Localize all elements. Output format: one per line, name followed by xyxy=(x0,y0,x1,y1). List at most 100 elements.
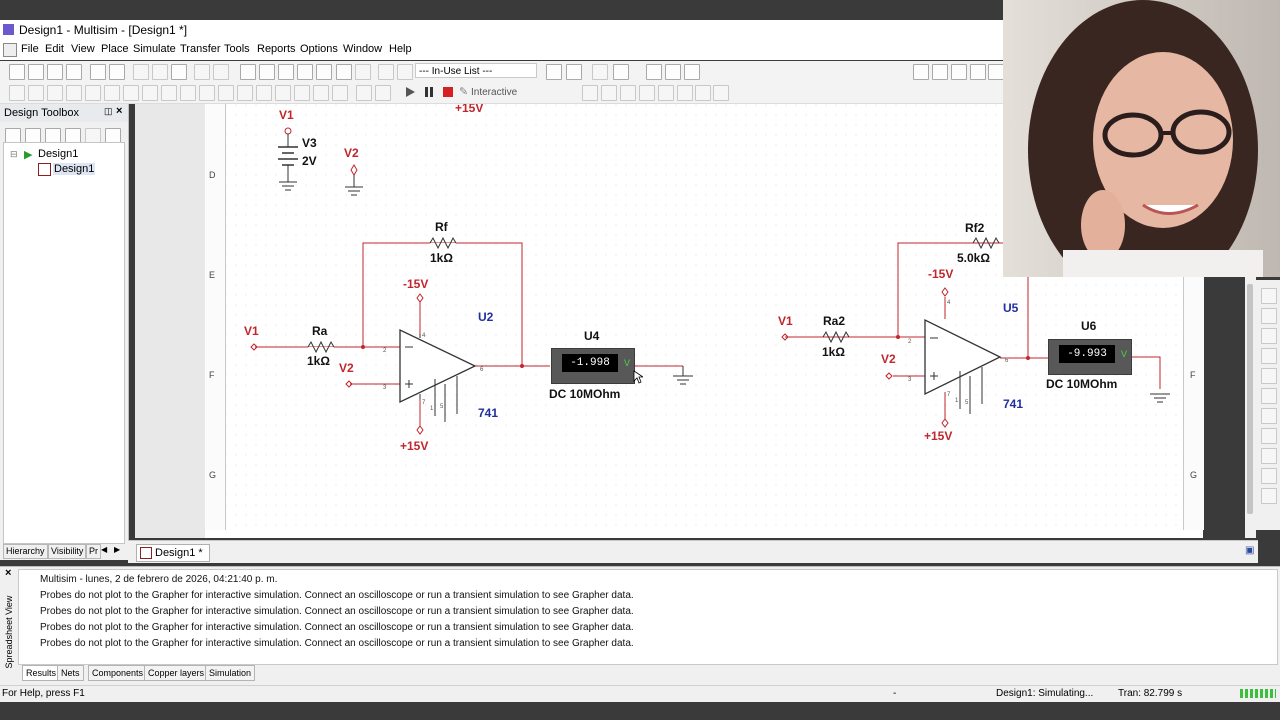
cut-icon[interactable] xyxy=(133,64,149,80)
frequency-counter-icon[interactable] xyxy=(1261,408,1277,424)
rf-icon[interactable] xyxy=(275,85,291,101)
view-toggle-icon[interactable]: ▣ xyxy=(1245,545,1254,556)
mcu-icon[interactable] xyxy=(142,85,158,101)
probe-power-icon[interactable] xyxy=(620,85,636,101)
tab-scroll-left-icon[interactable]: ◀ xyxy=(101,545,107,554)
menu-file[interactable]: File xyxy=(21,43,39,55)
zoom-sheet-icon[interactable] xyxy=(970,64,986,80)
connector-icon[interactable] xyxy=(332,85,348,101)
multimeter-u6[interactable]: -9.993 V xyxy=(1048,339,1132,375)
menu-view[interactable]: View xyxy=(71,43,95,55)
probe-voltage-icon[interactable] xyxy=(582,85,598,101)
function-generator-icon[interactable] xyxy=(1261,308,1277,324)
close-icon[interactable]: × xyxy=(116,105,122,117)
wattmeter-icon[interactable] xyxy=(1261,328,1277,344)
redo-icon[interactable] xyxy=(213,64,229,80)
menu-reports[interactable]: Reports xyxy=(257,43,296,55)
multimeter-u4[interactable]: -1.998 V xyxy=(551,348,635,384)
zoom-in-icon[interactable] xyxy=(913,64,929,80)
probe-gear-icon[interactable] xyxy=(713,85,729,101)
power-icon[interactable] xyxy=(218,85,234,101)
ttl-icon[interactable] xyxy=(104,85,120,101)
back-annotate-icon[interactable] xyxy=(378,64,394,80)
source-icon[interactable] xyxy=(9,85,25,101)
forward-icon[interactable] xyxy=(613,64,629,80)
tab-scroll-right-icon[interactable]: ▶ xyxy=(114,545,120,554)
menu-window[interactable]: Window xyxy=(343,43,382,55)
scroll-thumb[interactable] xyxy=(1247,284,1253,514)
open-icon[interactable] xyxy=(28,64,44,80)
diode-icon[interactable] xyxy=(47,85,63,101)
tab-properties[interactable]: Pr xyxy=(86,544,101,559)
tab-design1[interactable]: Design1 * xyxy=(136,544,210,562)
zoom-out-icon[interactable] xyxy=(932,64,948,80)
community-icon[interactable] xyxy=(665,64,681,80)
probe-current-icon[interactable] xyxy=(601,85,617,101)
spreadsheet-close-icon[interactable]: × xyxy=(5,567,11,579)
print-icon[interactable] xyxy=(90,64,106,80)
cmos-icon[interactable] xyxy=(123,85,139,101)
zoom-area-icon[interactable] xyxy=(951,64,967,80)
transistor-icon[interactable] xyxy=(66,85,82,101)
doc-menu-icon[interactable] xyxy=(3,43,17,57)
tab-results[interactable]: Results xyxy=(22,665,61,681)
menu-simulate[interactable]: Simulate xyxy=(133,43,176,55)
zoom-icon[interactable] xyxy=(278,64,294,80)
indicator-icon[interactable] xyxy=(199,85,215,101)
probe-ref-icon[interactable] xyxy=(658,85,674,101)
tab-components[interactable]: Components xyxy=(88,665,148,681)
run-icon[interactable] xyxy=(403,85,417,99)
interactive-label[interactable]: ✎ Interactive xyxy=(459,85,517,98)
multimeter-tool-icon[interactable] xyxy=(1261,288,1277,304)
word-generator-icon[interactable] xyxy=(1261,428,1277,444)
tab-hierarchy[interactable]: Hierarchy xyxy=(3,544,48,559)
zoom-fit-icon[interactable] xyxy=(988,64,1004,80)
analog-icon[interactable] xyxy=(85,85,101,101)
probe-diff-icon[interactable] xyxy=(639,85,655,101)
menu-place[interactable]: Place xyxy=(101,43,129,55)
four-channel-scope-icon[interactable] xyxy=(1261,368,1277,384)
new-icon[interactable] xyxy=(9,64,25,80)
mixed-icon[interactable] xyxy=(180,85,196,101)
in-use-list-select[interactable]: --- In-Use List --- xyxy=(415,63,537,78)
tab-copper-layers[interactable]: Copper layers xyxy=(144,665,209,681)
probe-settings-icon[interactable] xyxy=(695,85,711,101)
erc-icon[interactable] xyxy=(546,64,562,80)
pause-icon[interactable] xyxy=(422,85,436,99)
tree-root[interactable]: Design1 xyxy=(38,148,78,160)
hierarchical-block-icon[interactable] xyxy=(356,85,372,101)
copy-icon[interactable] xyxy=(152,64,168,80)
probe-digital-icon[interactable] xyxy=(677,85,693,101)
stop-icon[interactable] xyxy=(441,85,455,99)
oscilloscope-icon[interactable] xyxy=(1261,348,1277,364)
tree-child[interactable]: Design1 xyxy=(53,163,96,175)
transfer-icon[interactable] xyxy=(566,64,582,80)
bode-plotter-icon[interactable] xyxy=(1261,388,1277,404)
database-icon[interactable] xyxy=(336,64,352,80)
find-icon[interactable] xyxy=(646,64,662,80)
tab-nets[interactable]: Nets xyxy=(57,665,84,681)
collapse-icon[interactable]: ⊟ xyxy=(10,149,18,160)
misc-digital-icon[interactable] xyxy=(161,85,177,101)
logic-analyzer-icon[interactable] xyxy=(1261,448,1277,464)
advanced-peripherals-icon[interactable] xyxy=(256,85,272,101)
paste-icon[interactable] xyxy=(171,64,187,80)
menu-transfer[interactable]: Transfer xyxy=(180,43,221,55)
fullscreen-icon[interactable] xyxy=(240,64,256,80)
forward-annotate-icon[interactable] xyxy=(397,64,413,80)
back-icon[interactable] xyxy=(592,64,608,80)
tab-visibility[interactable]: Visibility xyxy=(48,544,87,559)
save-icon[interactable] xyxy=(66,64,82,80)
open-sample-icon[interactable] xyxy=(47,64,63,80)
iv-analyzer-icon[interactable] xyxy=(1261,488,1277,504)
bus-icon[interactable] xyxy=(375,85,391,101)
menu-tools[interactable]: Tools xyxy=(224,43,250,55)
spreadsheet-icon[interactable] xyxy=(297,64,313,80)
help-icon[interactable] xyxy=(684,64,700,80)
undo-icon[interactable] xyxy=(194,64,210,80)
logic-converter-icon[interactable] xyxy=(1261,468,1277,484)
print-preview-icon[interactable] xyxy=(109,64,125,80)
menu-options[interactable]: Options xyxy=(300,43,338,55)
component-wizard-icon[interactable] xyxy=(355,64,371,80)
menu-edit[interactable]: Edit xyxy=(45,43,64,55)
